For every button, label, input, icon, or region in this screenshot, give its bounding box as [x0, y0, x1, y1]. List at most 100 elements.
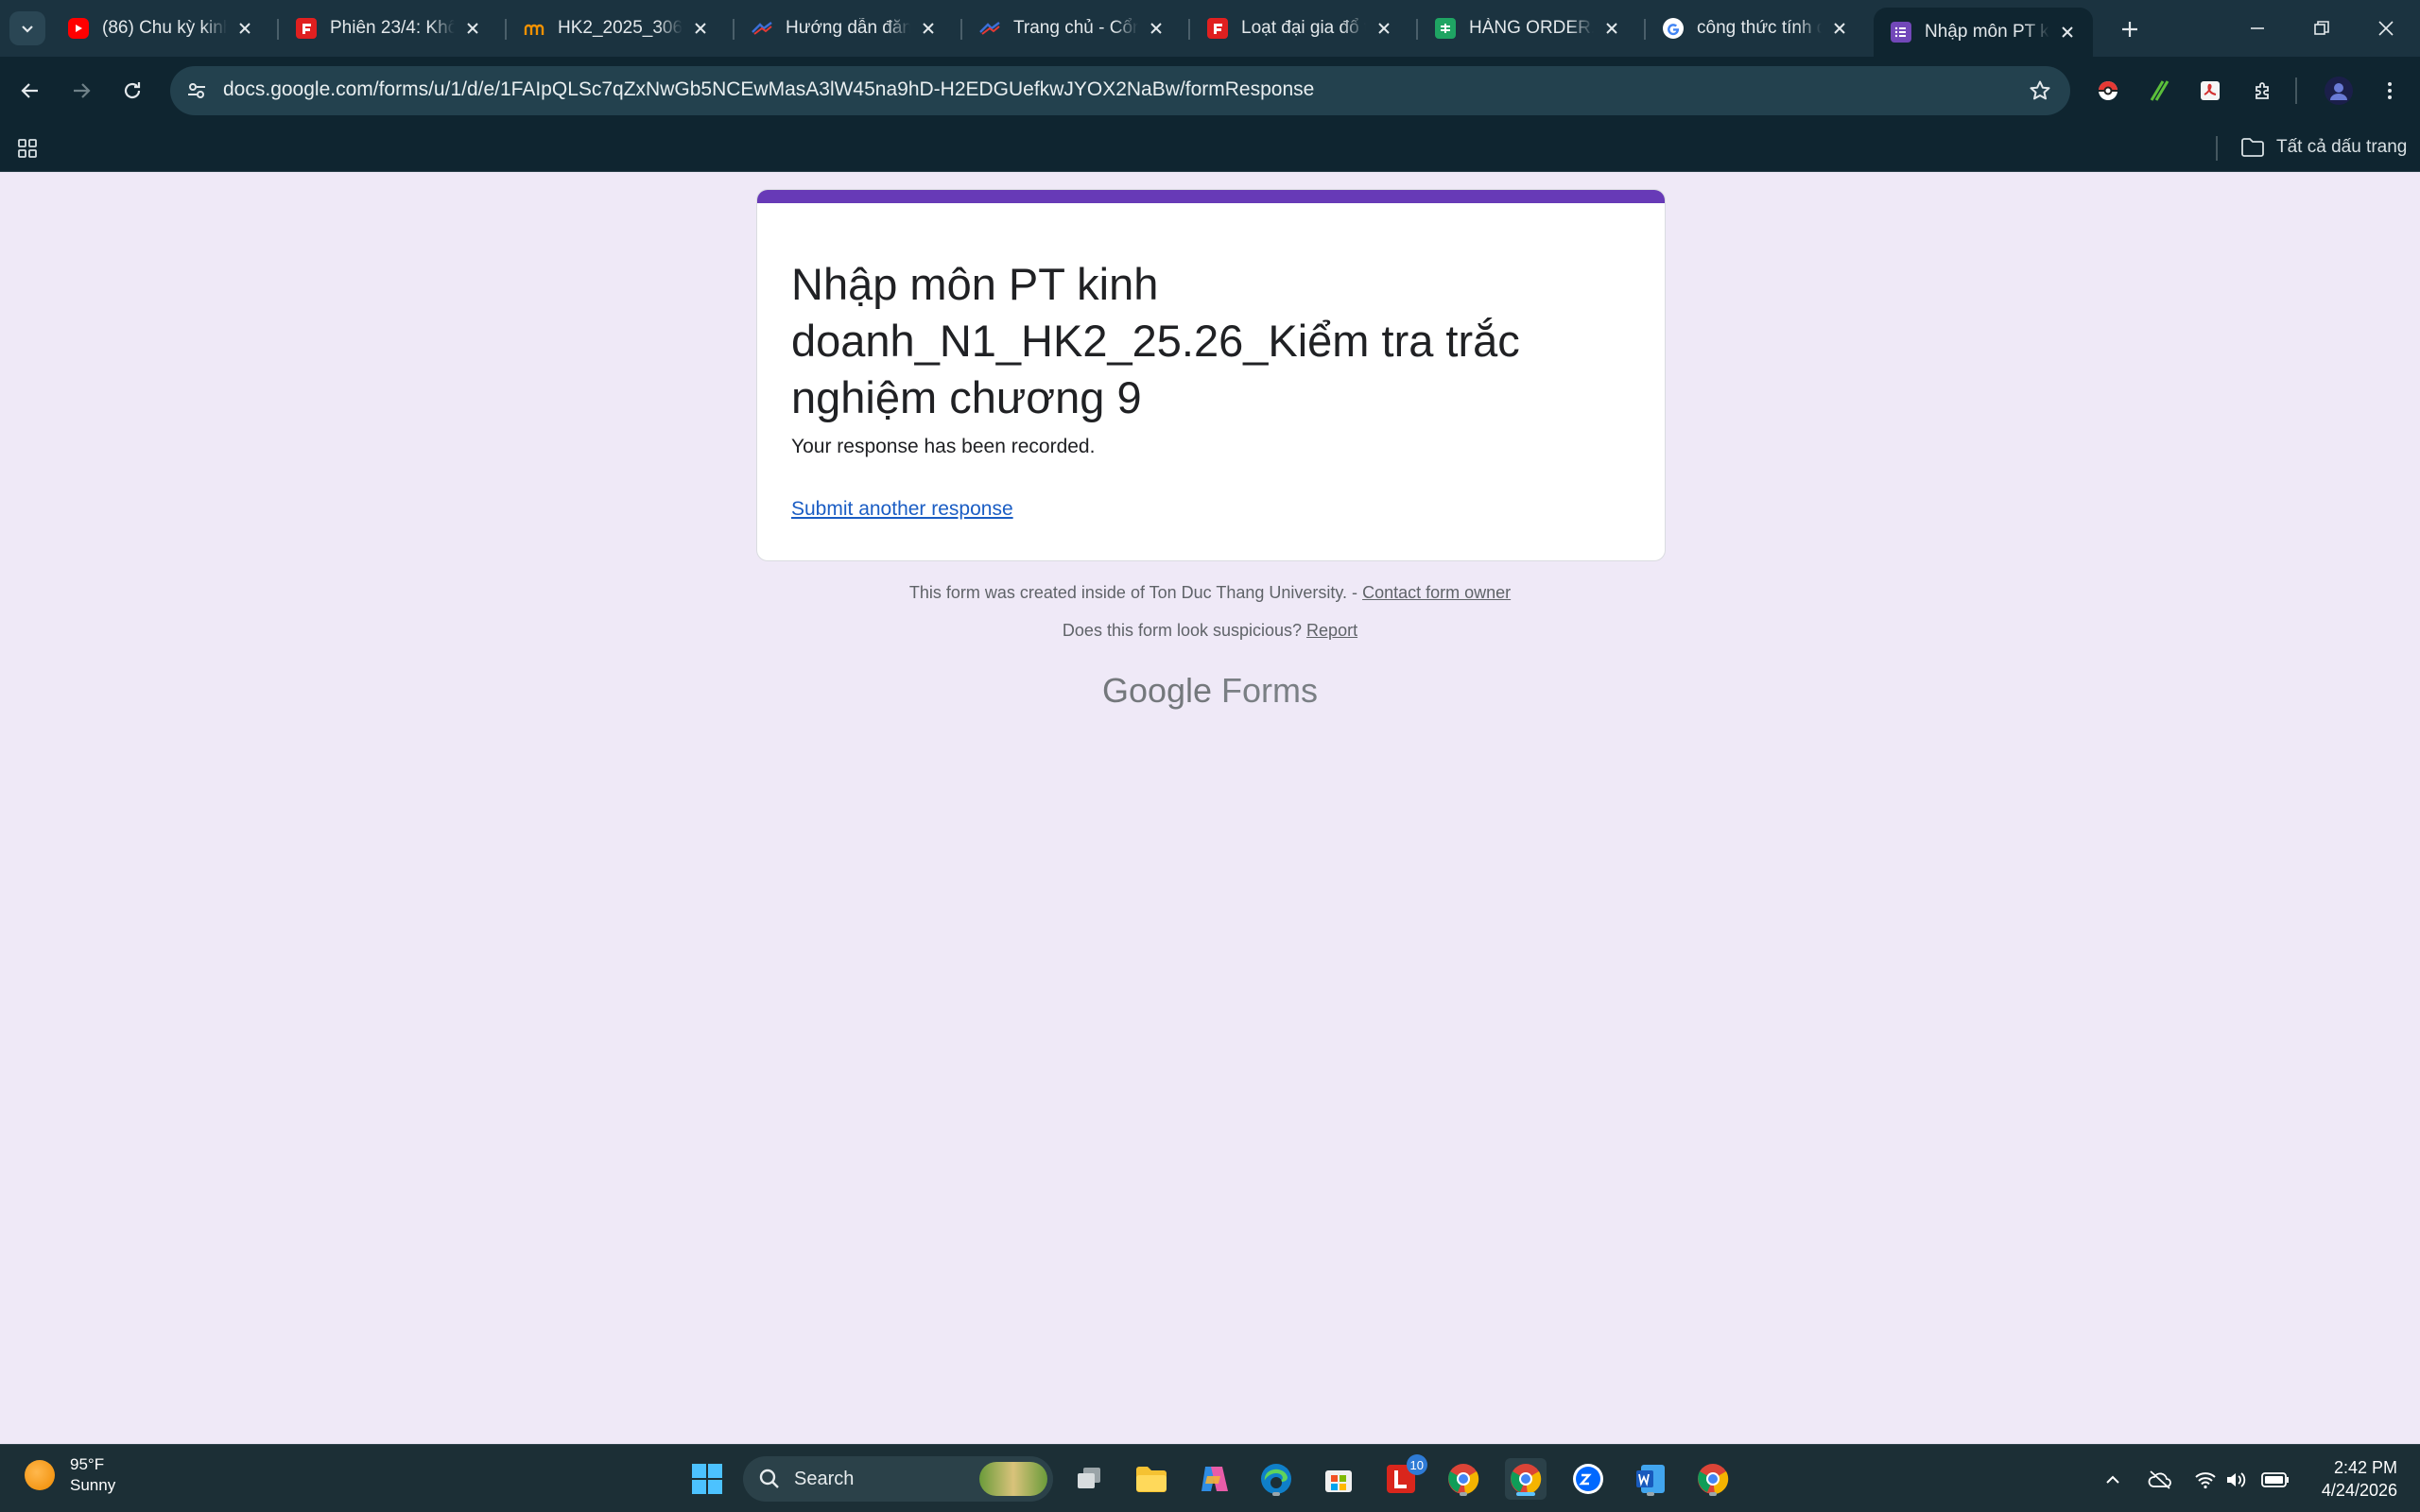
profile-button[interactable]: [2320, 72, 2358, 110]
browser-tab[interactable]: Hướng dẫn đăng: [735, 8, 954, 49]
close-window-button[interactable]: [2360, 9, 2412, 47]
word-icon: [1636, 1465, 1665, 1493]
google-forms-logo[interactable]: Google Forms: [0, 671, 2420, 711]
start-button[interactable]: [686, 1458, 728, 1500]
file-explorer-button[interactable]: [1131, 1458, 1172, 1500]
pokeball-icon: [2099, 81, 2118, 100]
browser-tab[interactable]: Nhập môn PT kinh: [1874, 8, 2093, 57]
forward-button[interactable]: [60, 70, 102, 112]
page-content: Nhập môn PT kinh doanh_N1_HK2_25.26_Kiểm…: [0, 172, 2420, 1444]
edge-button[interactable]: [1255, 1458, 1297, 1500]
tab-close-button[interactable]: [1374, 18, 1394, 39]
tab-close-button[interactable]: [1146, 18, 1167, 39]
taskbar-search[interactable]: Search: [743, 1456, 1053, 1502]
puzzle-icon: [2256, 82, 2269, 99]
tab-close-button[interactable]: [1601, 18, 1622, 39]
tab-close-button[interactable]: [2057, 22, 2078, 43]
weather-temperature: 95°F: [70, 1455, 105, 1473]
pdf-icon: [2201, 81, 2220, 100]
report-link[interactable]: Report: [1306, 621, 1357, 640]
form-response-card: Nhập môn PT kinh doanh_N1_HK2_25.26_Kiểm…: [756, 189, 1666, 561]
copilot-icon: [1201, 1467, 1228, 1491]
notification-badge: 10: [1406, 1454, 1427, 1475]
tab-separator: [277, 19, 279, 40]
browser-tab[interactable]: Phiên 23/4: Khối: [279, 8, 498, 49]
onedrive-status[interactable]: [2146, 1466, 2174, 1494]
f-news-icon: [296, 18, 317, 39]
tab-close-button[interactable]: [234, 18, 255, 39]
new-tab-button[interactable]: [2114, 13, 2146, 45]
extension-pokeball-button[interactable]: [2089, 72, 2127, 110]
close-icon: [467, 23, 478, 34]
tab-search-button[interactable]: [9, 11, 45, 45]
tab-close-button[interactable]: [690, 18, 711, 39]
clock-date: 4/24/2026: [2321, 1481, 2397, 1500]
browser-tab[interactable]: HK2_2025_30610: [507, 8, 726, 49]
site-info-button[interactable]: [178, 72, 216, 110]
search-icon: [759, 1469, 779, 1488]
submit-another-response-link[interactable]: Submit another response: [791, 498, 1013, 521]
clock-time: 2:42 PM: [2333, 1458, 2397, 1477]
tab-separator: [960, 19, 962, 40]
chrome-active-button[interactable]: [1505, 1458, 1547, 1500]
system-clock[interactable]: 2:42 PM 4/24/2026: [2303, 1456, 2397, 1502]
grid-icon: [18, 139, 37, 158]
browser-tab[interactable]: (86) Chu kỳ kinh: [51, 8, 270, 49]
copilot-button[interactable]: [1193, 1458, 1235, 1500]
google-icon: [1663, 18, 1684, 39]
speaker-icon: [2227, 1472, 2246, 1487]
lark-app-button[interactable]: 10: [1380, 1454, 1427, 1500]
tab-title: Trang chủ - Cổng: [1013, 18, 1138, 38]
minimize-icon: [2251, 27, 2264, 29]
browser-tab[interactable]: Loạt đại gia đổ ti: [1190, 8, 1409, 49]
back-button[interactable]: [9, 70, 51, 112]
browser-toolbar: docs.google.com/forms/u/1/d/e/1FAIpQLSc7…: [0, 57, 2420, 125]
wifi-status[interactable]: [2191, 1466, 2220, 1494]
task-view-button[interactable]: [1068, 1458, 1110, 1500]
tab-separator: [505, 19, 507, 40]
extension-leaf-button[interactable]: [2140, 72, 2178, 110]
address-bar[interactable]: docs.google.com/forms/u/1/d/e/1FAIpQLSc7…: [170, 66, 2070, 115]
form-accent-band: [757, 190, 1665, 203]
word-button[interactable]: [1630, 1458, 1671, 1500]
restore-button[interactable]: [2295, 9, 2348, 47]
browser-menu-button[interactable]: [2371, 72, 2409, 110]
extension-pdf-button[interactable]: [2191, 72, 2229, 110]
wifi-icon: [2195, 1472, 2216, 1489]
tab-close-button[interactable]: [462, 18, 483, 39]
taskbar-search-label: Search: [794, 1468, 855, 1489]
microsoft-store-button[interactable]: [1318, 1458, 1359, 1500]
tab-close-button[interactable]: [1829, 18, 1850, 39]
edge-icon: [1261, 1464, 1291, 1494]
url-text[interactable]: docs.google.com/forms/u/1/d/e/1FAIpQLSc7…: [223, 78, 1314, 101]
chrome-profile-b-button[interactable]: [1692, 1458, 1734, 1500]
moodle-icon: [524, 18, 544, 39]
tab-close-button[interactable]: [918, 18, 939, 39]
zalo-button[interactable]: [1567, 1458, 1609, 1500]
show-hidden-icons-button[interactable]: [2099, 1466, 2127, 1494]
plus-icon: [2122, 22, 2137, 37]
extensions-menu-button[interactable]: [2244, 72, 2282, 110]
close-icon: [1378, 23, 1390, 34]
tab-separator: [1644, 19, 1646, 40]
tab-separator: [1416, 19, 1418, 40]
volume-status[interactable]: [2221, 1466, 2250, 1494]
tune-icon: [188, 83, 205, 98]
running-indicator: [1460, 1492, 1467, 1496]
browser-tab[interactable]: Trang chủ - Cổng: [962, 8, 1182, 49]
contact-form-owner-link[interactable]: Contact form owner: [1362, 583, 1511, 602]
reload-button[interactable]: [112, 70, 153, 112]
apps-shortcut-button[interactable]: [13, 134, 42, 163]
chrome-profile-l-button[interactable]: [1443, 1458, 1484, 1500]
tab-title: HK2_2025_30610: [558, 18, 683, 38]
bookmark-star-button[interactable]: [2025, 76, 2055, 106]
browser-tab[interactable]: HÀNG ORDER.xls: [1418, 8, 1637, 49]
bookmarks-divider: [2216, 136, 2218, 161]
battery-status[interactable]: [2261, 1466, 2290, 1494]
weather-description: Sunny: [70, 1476, 116, 1494]
minimize-button[interactable]: [2231, 9, 2284, 47]
browser-tab[interactable]: công thức tính d: [1646, 8, 1865, 49]
all-bookmarks-button[interactable]: Tất cả dấu trang: [2240, 132, 2407, 163]
forms-wordmark: Forms: [1221, 671, 1319, 710]
weather-widget[interactable]: 95°F Sunny: [25, 1454, 115, 1496]
